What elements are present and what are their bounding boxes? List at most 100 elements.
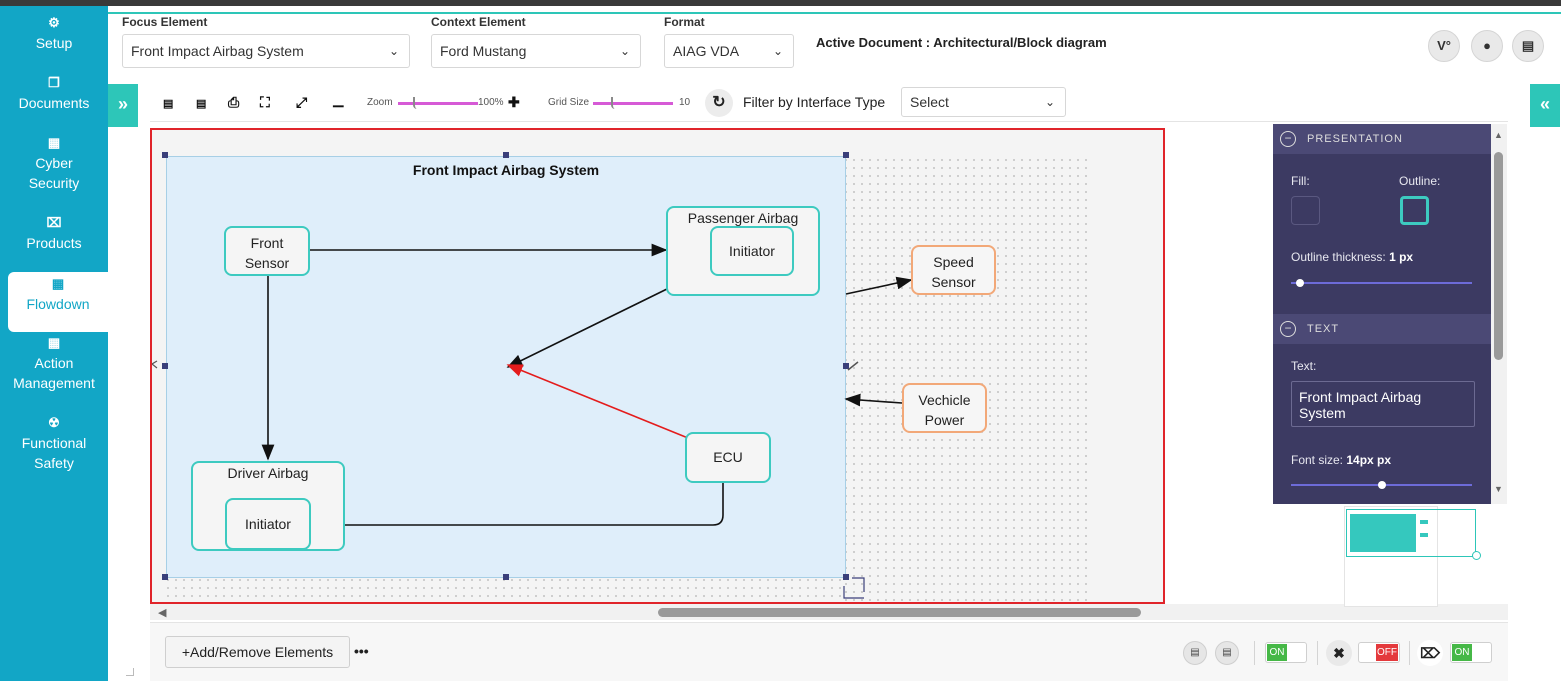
window-top-strip — [0, 0, 1561, 6]
context-element-select[interactable]: Ford Mustang ⌄ — [431, 34, 641, 68]
connection-ecu-selected — [506, 364, 689, 439]
node-front-sensor[interactable]: Front Sensor — [224, 226, 310, 276]
minimap-content — [1420, 520, 1428, 524]
canvas-horizontal-scrollbar[interactable]: ◀ — [150, 604, 1508, 620]
export-svg-icon[interactable]: ▤ — [163, 94, 173, 114]
toggle-switch-2[interactable]: OFF — [1358, 642, 1400, 663]
focus-element-select[interactable]: Front Impact Airbag System ⌄ — [122, 34, 410, 68]
grid-size-slider[interactable] — [593, 102, 673, 105]
node-ecu[interactable]: ECU — [685, 432, 771, 483]
minimap-content — [1350, 514, 1416, 552]
export-png-icon[interactable]: ▤ — [196, 94, 206, 114]
properties-vertical-scrollbar[interactable]: ▲ ▼ — [1491, 124, 1507, 504]
sidebar-item-functional-safety[interactable]: ☢ Functional Safety — [0, 416, 108, 473]
more-options-button[interactable]: ••• — [354, 643, 369, 659]
zoom-label: Zoom — [367, 97, 393, 108]
radiation-icon: ☢ — [48, 415, 60, 430]
fill-label: Fill: — [1291, 174, 1310, 188]
node-label: Front Sensor — [244, 235, 290, 271]
expand-right-panel-button[interactable]: « — [1530, 84, 1560, 127]
node-vehicle-power[interactable]: Vechicle Power — [902, 383, 987, 433]
header-accent-line — [108, 12, 1561, 14]
fill-color-swatch[interactable] — [1291, 196, 1320, 225]
building-icon: ▦ — [47, 135, 61, 150]
outline-thickness-text: Outline thickness: — [1291, 250, 1386, 264]
link-icon — [847, 361, 859, 371]
outline-thickness-label: Outline thickness: 1 px — [1291, 250, 1413, 264]
scroll-down-icon[interactable]: ▼ — [1494, 484, 1503, 494]
scrollbar-thumb[interactable] — [1494, 152, 1503, 360]
gears-icon: ⚙ — [48, 15, 60, 30]
presentation-header-label: PRESENTATION — [1307, 133, 1403, 145]
node-label: Passenger Airbag — [687, 210, 799, 226]
sidebar-item-label: Flowdown — [26, 296, 90, 312]
sidebar-item-label: Cyber Security — [28, 155, 80, 191]
format-label: Format — [664, 15, 705, 29]
minimap-resize-handle[interactable] — [1472, 551, 1481, 560]
scrollbar-thumb[interactable] — [658, 608, 1141, 617]
resize-grip[interactable] — [126, 668, 134, 676]
text-section-header[interactable]: − TEXT — [1273, 314, 1491, 344]
chevron-down-icon: ⌄ — [619, 44, 630, 58]
toggle-switch-1[interactable]: ON — [1265, 642, 1307, 663]
chevron-down-icon: ⌄ — [772, 44, 783, 58]
text-input[interactable]: Front Impact Airbag System — [1291, 381, 1475, 427]
interface-type-select[interactable]: Select ⌄ — [901, 87, 1066, 117]
outline-thickness-value: 1 px — [1389, 250, 1414, 264]
toggle-switch-3[interactable]: ON — [1450, 642, 1492, 663]
zoom-slider-handle[interactable] — [413, 97, 417, 109]
zoom-in-icon[interactable]: ✚ — [508, 92, 520, 112]
outline-thickness-slider[interactable] — [1291, 282, 1472, 284]
document-icon[interactable]: ▤ — [1215, 641, 1239, 665]
document-icon[interactable]: ▤ — [1183, 641, 1207, 665]
sidebar-item-label: Setup — [35, 35, 73, 51]
zoom-slider[interactable] — [398, 102, 478, 105]
fit-screen-icon[interactable]: ⤢ — [296, 92, 307, 112]
sidebar-item-setup[interactable]: ⚙ Setup — [0, 16, 108, 53]
presentation-section-header[interactable]: − PRESENTATION — [1273, 124, 1491, 154]
format-value: AIAG VDA — [673, 43, 740, 59]
text-header-label: TEXT — [1307, 323, 1340, 335]
drop-icon[interactable]: ● — [1471, 30, 1503, 62]
building-icon: ▦ — [47, 335, 61, 350]
unlink-icon[interactable]: ⌦ — [1417, 640, 1443, 666]
connection-passenger-airbag — [506, 287, 670, 368]
sidebar-item-products[interactable]: ⌧ Products — [0, 216, 108, 253]
grid-size-slider-handle[interactable] — [611, 97, 615, 109]
sidebar-item-cyber-security[interactable]: ▦ Cyber Security — [0, 136, 108, 193]
divider — [1409, 641, 1410, 665]
scroll-up-icon[interactable]: ▲ — [1494, 130, 1503, 140]
add-remove-elements-button[interactable]: +Add/Remove Elements — [165, 636, 350, 668]
fullscreen-icon[interactable]: ⛶ — [260, 92, 270, 112]
print-icon[interactable]: ⎙ — [228, 92, 239, 112]
sidebar-item-label: Products — [26, 235, 82, 251]
node-label: Initiator — [729, 243, 775, 259]
font-size-knob[interactable] — [1377, 481, 1386, 489]
font-size-value: 14px px — [1346, 453, 1392, 467]
format-select[interactable]: AIAG VDA ⌄ — [664, 34, 794, 68]
zoom-out-icon[interactable]: ⚊ — [332, 92, 345, 112]
chevron-down-icon: ⌄ — [1044, 95, 1055, 109]
version-icon[interactable]: V° — [1428, 30, 1460, 62]
sidebar-item-documents[interactable]: ❐ Documents — [0, 76, 108, 113]
sidebar: ⚙ Setup ❐ Documents ▦ Cyber Security ⌧ P… — [0, 6, 108, 681]
sidebar-item-action-management[interactable]: ▦ Action Management — [0, 336, 108, 393]
node-driver-initiator[interactable]: Initiator — [225, 498, 311, 550]
active-document-label: Active Document : Architectural/Block di… — [816, 35, 1107, 50]
refresh-icon[interactable]: ↻ — [705, 89, 733, 117]
outline-label: Outline: — [1399, 174, 1441, 188]
sidebar-item-flowdown[interactable]: ▦ Flowdown — [8, 272, 108, 332]
node-speed-sensor[interactable]: Speed Sensor — [911, 245, 996, 295]
interface-type-value: Select — [910, 94, 949, 110]
connection-ecu-driver-initiator — [310, 483, 724, 532]
node-label: Initiator — [245, 516, 291, 532]
expand-left-panel-button[interactable]: » — [108, 84, 138, 127]
tools-icon[interactable]: ✖ — [1326, 640, 1352, 666]
toggle-on-label: ON — [1267, 644, 1287, 661]
outline-thickness-knob[interactable] — [1296, 279, 1305, 287]
node-passenger-initiator[interactable]: Initiator — [710, 226, 794, 276]
scroll-left-icon[interactable]: ◀ — [158, 606, 166, 619]
diagram-canvas[interactable]: Front Impact Airbag System Front Sensor … — [150, 128, 1165, 604]
outline-color-swatch[interactable] — [1400, 196, 1429, 225]
chart-icon[interactable]: ▤ — [1512, 30, 1544, 62]
